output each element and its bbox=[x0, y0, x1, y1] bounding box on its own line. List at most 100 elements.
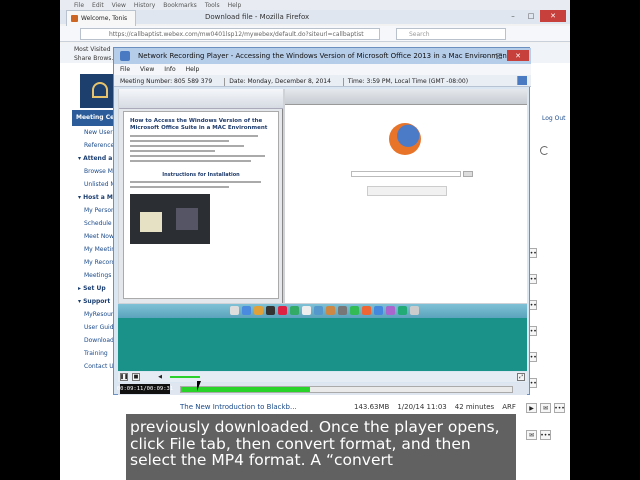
email-icon[interactable]: ✉ bbox=[526, 430, 537, 440]
screen: File Edit View History Bookmarks Tools H… bbox=[60, 0, 570, 480]
logout-link[interactable]: Log Out bbox=[542, 115, 566, 122]
play-icon[interactable]: ▶ bbox=[526, 403, 537, 413]
dock-app-icon bbox=[386, 306, 395, 315]
player-menubar: File View Info Help bbox=[114, 64, 531, 75]
caption-line: select the MP4 format. A “convert bbox=[130, 451, 393, 469]
dock-app-icon bbox=[398, 306, 407, 315]
tab-favicon-icon bbox=[71, 15, 78, 22]
text-line bbox=[130, 181, 261, 183]
text-line bbox=[130, 145, 244, 147]
dock-app-icon bbox=[230, 306, 239, 315]
menu-history[interactable]: History bbox=[134, 2, 155, 9]
row-actions: ▶ ✉ ••• bbox=[526, 403, 565, 413]
dock-app-icon bbox=[410, 306, 419, 315]
menu-file[interactable]: File bbox=[120, 66, 130, 75]
maximize-button[interactable]: □ bbox=[522, 10, 540, 22]
caption-line: click File tab, then convert format, and… bbox=[130, 434, 471, 453]
firefox-logo-icon bbox=[389, 123, 421, 155]
minimize-button[interactable]: – bbox=[475, 50, 491, 61]
address-bar[interactable]: https://callbaptist.webex.com/mw0401lsp1… bbox=[80, 28, 380, 40]
more-button[interactable]: ••• bbox=[554, 403, 565, 413]
caption-line: previously downloaded. Once the player o… bbox=[130, 418, 500, 436]
window-thumbnail bbox=[140, 212, 162, 232]
refresh-icon[interactable] bbox=[540, 146, 549, 155]
progress-area: 00:09:11/00:09:31 bbox=[117, 383, 527, 395]
text-line bbox=[130, 150, 216, 152]
document-subheading: Instructions for Installation bbox=[162, 172, 240, 178]
menu-info[interactable]: Info bbox=[164, 66, 175, 75]
shared-search-field bbox=[351, 171, 461, 177]
stop-button[interactable]: ■ bbox=[132, 373, 140, 381]
mouse-cursor bbox=[197, 381, 205, 391]
dock-app-icon bbox=[326, 306, 335, 315]
close-button[interactable]: ✕ bbox=[540, 10, 566, 22]
text-line bbox=[130, 140, 230, 142]
recording-duration: 42 minutes bbox=[454, 403, 495, 411]
row-actions: ✉ ••• bbox=[526, 430, 551, 440]
volume-slider[interactable] bbox=[170, 376, 200, 378]
menu-edit[interactable]: Edit bbox=[92, 2, 104, 9]
dock-app-icon bbox=[278, 306, 287, 315]
search-input[interactable]: Search bbox=[396, 28, 506, 40]
shared-firefox-window bbox=[285, 89, 527, 303]
menu-bookmarks[interactable]: Bookmarks bbox=[163, 2, 197, 9]
meeting-time: Time: 3:59 PM, Local Time (GMT -08:00) bbox=[342, 78, 468, 86]
screenshot-image bbox=[130, 194, 210, 244]
panel-icon[interactable] bbox=[517, 76, 527, 85]
player-title: Network Recording Player - Accessing the… bbox=[138, 52, 510, 60]
dock-app-icon bbox=[266, 306, 275, 315]
menu-tools[interactable]: Tools bbox=[205, 2, 220, 9]
meeting-date: Date: Monday, December 8, 2014 bbox=[224, 78, 331, 86]
chapel-icon bbox=[92, 82, 108, 98]
table-row[interactable]: The New Introduction to Blackb... 143.63… bbox=[180, 403, 520, 411]
player-titlebar: Network Recording Player - Accessing the… bbox=[114, 48, 531, 64]
word-ribbon bbox=[119, 89, 283, 109]
shared-desktop: How to Access the Windows Version of the… bbox=[118, 89, 527, 304]
shared-notice-card bbox=[367, 186, 447, 196]
dock-app-icon bbox=[362, 306, 371, 315]
menu-view[interactable]: View bbox=[140, 66, 154, 75]
browser-window-controls: – □ ✕ bbox=[504, 10, 566, 22]
tab-title: Welcome, Tonis bbox=[81, 15, 128, 22]
recording-name[interactable]: The New Introduction to Blackb... bbox=[180, 403, 346, 411]
word-document-window: How to Access the Windows Version of the… bbox=[119, 89, 283, 303]
playback-controls: ❚❚ ■ ◀ ⤢ bbox=[118, 372, 527, 382]
volume-icon[interactable]: ◀ bbox=[156, 373, 164, 381]
dock-app-icon bbox=[290, 306, 299, 315]
document-page: How to Access the Windows Version of the… bbox=[123, 111, 279, 299]
video-lower-area bbox=[118, 318, 527, 371]
menu-view[interactable]: View bbox=[112, 2, 126, 9]
browser-titlebar bbox=[60, 10, 570, 24]
video-area: How to Access the Windows Version of the… bbox=[118, 89, 527, 371]
menu-file[interactable]: File bbox=[74, 2, 84, 9]
recording-player-window: Network Recording Player - Accessing the… bbox=[113, 47, 531, 395]
shared-search-button bbox=[463, 171, 473, 177]
more-button[interactable]: ••• bbox=[540, 430, 551, 440]
dock-app-icon bbox=[254, 306, 263, 315]
dock-app-icon bbox=[314, 306, 323, 315]
maximize-button[interactable]: □ bbox=[491, 50, 507, 61]
monitor-icon bbox=[176, 208, 198, 230]
recording-format: ARF bbox=[502, 403, 516, 411]
menu-help[interactable]: Help bbox=[228, 2, 242, 9]
meeting-info-bar: Meeting Number: 805 589 379 Date: Monday… bbox=[114, 75, 531, 87]
recording-date: 1/20/14 11:03 bbox=[397, 403, 447, 411]
dock-app-icon bbox=[338, 306, 347, 315]
menu-help[interactable]: Help bbox=[186, 66, 200, 75]
shared-firefox-toolbar bbox=[285, 89, 527, 105]
player-window-controls: – □ ✕ bbox=[475, 50, 529, 61]
mac-dock bbox=[118, 304, 527, 318]
player-app-icon bbox=[120, 51, 130, 61]
dock-app-icon bbox=[302, 306, 311, 315]
minimize-button[interactable]: – bbox=[504, 10, 522, 22]
email-icon[interactable]: ✉ bbox=[540, 403, 551, 413]
browser-tab[interactable]: Welcome, Tonis bbox=[66, 10, 136, 26]
dock-app-icon bbox=[242, 306, 251, 315]
pause-button[interactable]: ❚❚ bbox=[120, 373, 128, 381]
dock-app-icon bbox=[350, 306, 359, 315]
text-line bbox=[130, 155, 265, 157]
close-button[interactable]: ✕ bbox=[507, 50, 529, 61]
progress-track[interactable] bbox=[180, 386, 513, 393]
fullscreen-button[interactable]: ⤢ bbox=[517, 373, 525, 381]
browser-menubar: File Edit View History Bookmarks Tools H… bbox=[60, 0, 570, 10]
